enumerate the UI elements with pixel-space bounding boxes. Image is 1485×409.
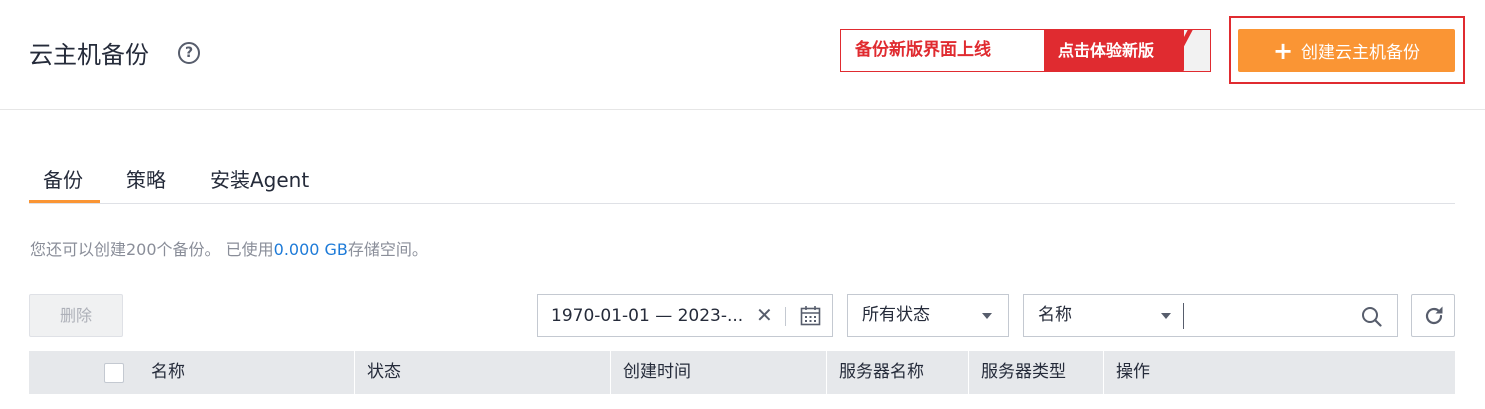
quota-info: 您还可以创建200个备份。 已使用0.000 GB存储空间。 xyxy=(30,238,428,262)
chevron-down-icon xyxy=(982,313,992,319)
column-divider xyxy=(354,351,355,394)
date-range-picker[interactable]: 1970-01-01 — 2023-... ✕ xyxy=(537,294,833,337)
help-icon[interactable]: ? xyxy=(178,42,200,64)
try-new-version-label: 点击体验新版 xyxy=(1058,41,1155,60)
column-header-status[interactable]: 状态 xyxy=(367,351,401,394)
chevron-down-icon xyxy=(1161,313,1171,319)
create-backup-button[interactable]: + 创建云主机备份 xyxy=(1238,29,1455,72)
create-backup-label: 创建云主机备份 xyxy=(1301,43,1421,63)
column-header-name[interactable]: 名称 xyxy=(151,351,185,394)
search-field-value: 名称 xyxy=(1038,305,1072,325)
status-filter-select[interactable]: 所有状态 xyxy=(847,294,1009,337)
column-header-created-time[interactable]: 创建时间 xyxy=(623,351,691,394)
column-divider xyxy=(1103,351,1104,394)
header-divider xyxy=(0,109,1485,110)
tabs-divider xyxy=(29,203,1455,204)
page-title: 云主机备份 xyxy=(29,41,149,69)
date-range-value: 1970-01-01 — 2023-... xyxy=(551,306,744,326)
status-filter-value: 所有状态 xyxy=(862,305,930,325)
column-divider xyxy=(610,351,611,394)
column-header-actions: 操作 xyxy=(1116,362,1150,382)
refresh-button[interactable] xyxy=(1411,294,1455,337)
new-version-banner[interactable]: 备份新版界面上线 点击体验新版 xyxy=(840,29,1211,72)
tab-backup[interactable]: 备份 xyxy=(43,166,83,194)
used-storage-value: 0.000 GB xyxy=(273,240,348,259)
delete-button[interactable]: 删除 xyxy=(29,294,123,337)
column-header-server-type[interactable]: 服务器类型 xyxy=(981,351,1066,394)
tab-install-agent[interactable]: 安装Agent xyxy=(210,166,309,194)
quota-info-prefix: 您还可以创建200个备份。 已使用 xyxy=(30,240,274,259)
calendar-icon[interactable] xyxy=(800,305,821,326)
clear-icon[interactable]: ✕ xyxy=(756,295,773,336)
select-all-checkbox[interactable] xyxy=(104,363,124,383)
table-header: 名称 状态 创建时间 服务器名称 服务器类型 操作 xyxy=(29,351,1455,394)
date-separator xyxy=(785,307,786,326)
plus-icon: + xyxy=(1272,36,1294,65)
search-field-select[interactable]: 名称 xyxy=(1023,294,1183,337)
refresh-icon xyxy=(1425,306,1443,325)
active-tab-indicator xyxy=(29,200,100,203)
banner-announcement-text: 备份新版界面上线 xyxy=(855,40,991,60)
search-icon[interactable] xyxy=(1361,306,1382,327)
column-divider xyxy=(826,351,827,394)
column-divider xyxy=(968,351,969,394)
column-header-server-name[interactable]: 服务器名称 xyxy=(839,351,924,394)
search-input[interactable] xyxy=(1183,294,1398,337)
text-cursor xyxy=(1183,303,1184,329)
quota-info-suffix: 存储空间。 xyxy=(347,240,428,259)
tab-policy[interactable]: 策略 xyxy=(126,166,166,194)
